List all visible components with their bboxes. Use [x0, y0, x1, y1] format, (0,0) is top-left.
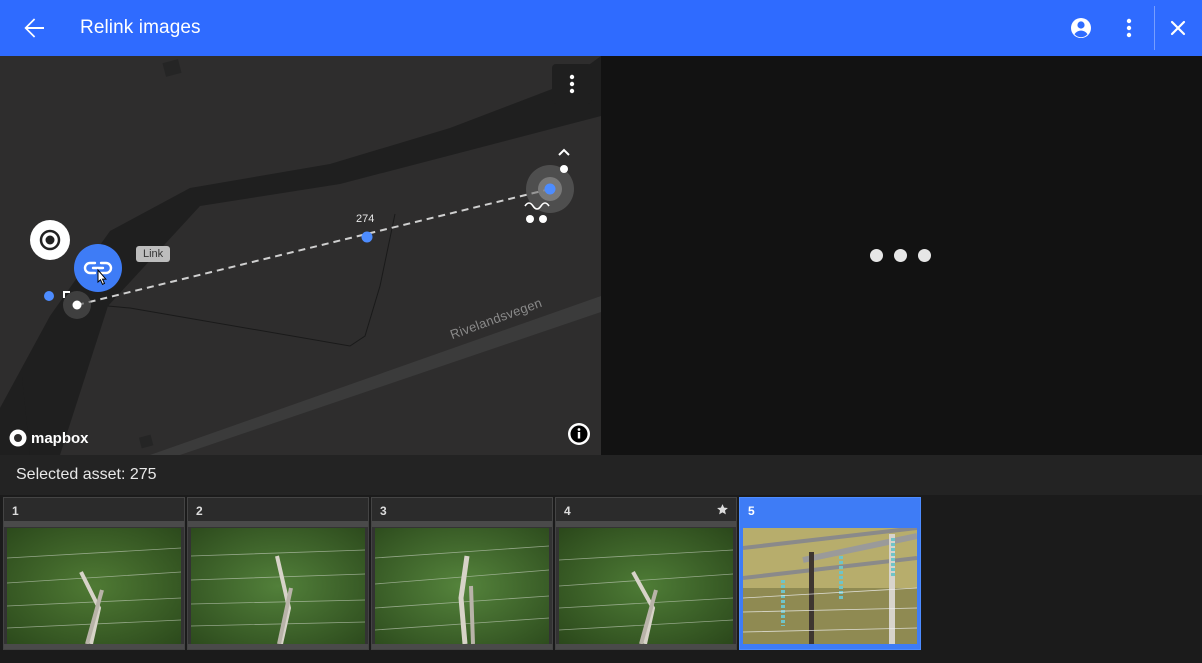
thumbnail-image [7, 528, 181, 644]
thumbnail-bar [740, 521, 920, 527]
link-button[interactable] [74, 244, 122, 292]
map-view[interactable]: 274 Rivelandsvegen Link mapbox [0, 56, 601, 455]
thumbnail-footer [556, 644, 736, 649]
locate-button[interactable] [30, 220, 70, 260]
thumbnail-3[interactable]: 3 [371, 497, 553, 650]
thumbnail-bar [4, 521, 184, 527]
thumbnail-footer [372, 644, 552, 649]
close-icon[interactable] [1166, 15, 1190, 41]
thumbnail-number: 4 [556, 498, 736, 521]
thumbnail-number: 1 [4, 498, 184, 521]
info-icon [568, 423, 590, 445]
attribution-text: mapbox [31, 429, 89, 447]
thumbnail-bar [556, 521, 736, 527]
thumbnail-image [375, 528, 549, 644]
thumbnail-number: 3 [372, 498, 552, 521]
marker-label: 274 [356, 213, 375, 225]
app-bar: Relink images [0, 0, 1202, 56]
thumbnail-footer [740, 644, 920, 649]
thumbnail-5[interactable]: 5 [739, 497, 921, 650]
target-icon [39, 229, 61, 251]
back-arrow-icon[interactable] [18, 12, 50, 44]
thumbnail-image [743, 528, 917, 644]
thumbnail-number: 5 [740, 498, 920, 521]
thumbnail-image [191, 528, 365, 644]
more-vert-icon [569, 74, 575, 94]
map-menu-button[interactable] [552, 64, 592, 104]
mapbox-logo: mapbox [8, 428, 89, 448]
thumbnail-4[interactable]: 4 [555, 497, 737, 650]
thumbnail-2[interactable]: 2 [187, 497, 369, 650]
loading-dot [918, 249, 931, 262]
selected-asset-text: Selected asset: 275 [16, 466, 157, 483]
link-tooltip: Link [136, 246, 171, 262]
thumbnail-bar [188, 521, 368, 527]
loading-dot [870, 249, 883, 262]
page-title: Relink images [80, 17, 201, 38]
thumbnail-image [559, 528, 733, 644]
thumbnail-footer [4, 644, 184, 649]
thumbnail-bar [372, 521, 552, 527]
more-vert-icon[interactable] [1117, 15, 1141, 41]
divider [1154, 6, 1155, 50]
thumbnail-strip: 1 2 3 4 5 [0, 495, 1202, 663]
status-bar: Selected asset: 275 [0, 455, 1202, 495]
image-viewer [601, 56, 1202, 455]
info-button[interactable] [567, 422, 591, 446]
thumbnail-1[interactable]: 1 [3, 497, 185, 650]
loading-dot [894, 249, 907, 262]
star-icon [716, 503, 729, 516]
link-icon [83, 261, 113, 285]
mapbox-icon [9, 429, 27, 447]
account-circle-icon[interactable] [1068, 15, 1094, 41]
thumbnail-number: 2 [188, 498, 368, 521]
thumbnail-footer [188, 644, 368, 649]
